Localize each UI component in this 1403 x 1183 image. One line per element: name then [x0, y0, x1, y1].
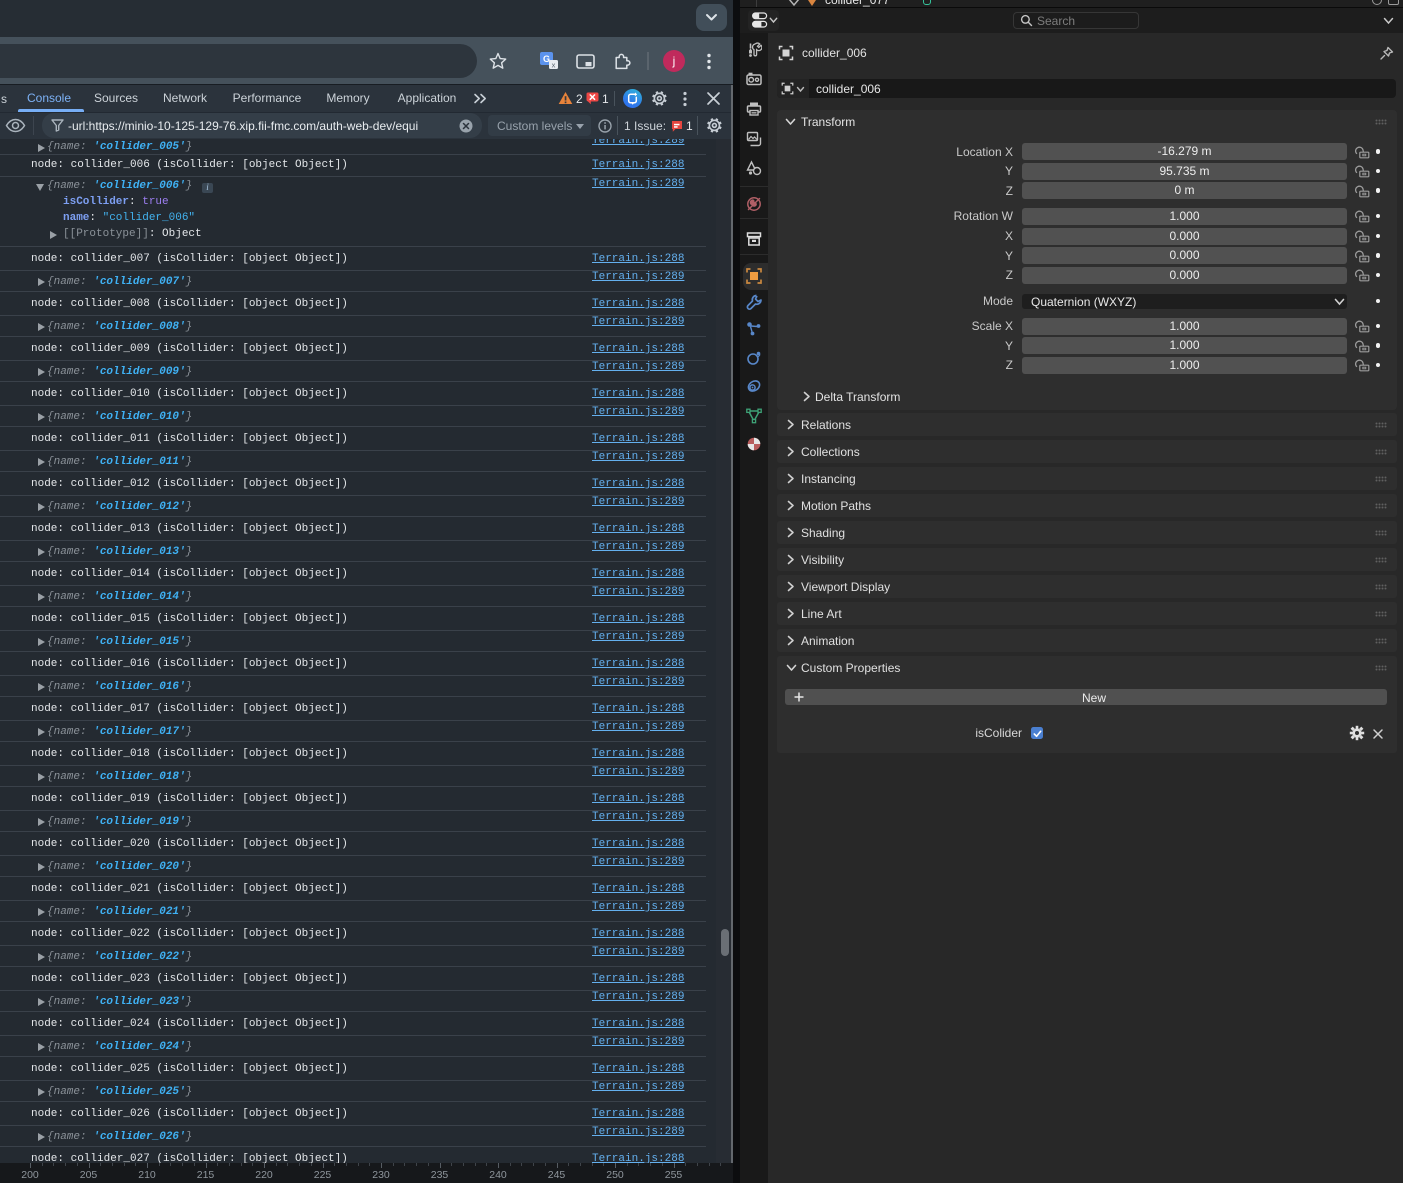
svg-text:x: x — [552, 60, 556, 69]
svg-text:G: G — [543, 54, 550, 64]
